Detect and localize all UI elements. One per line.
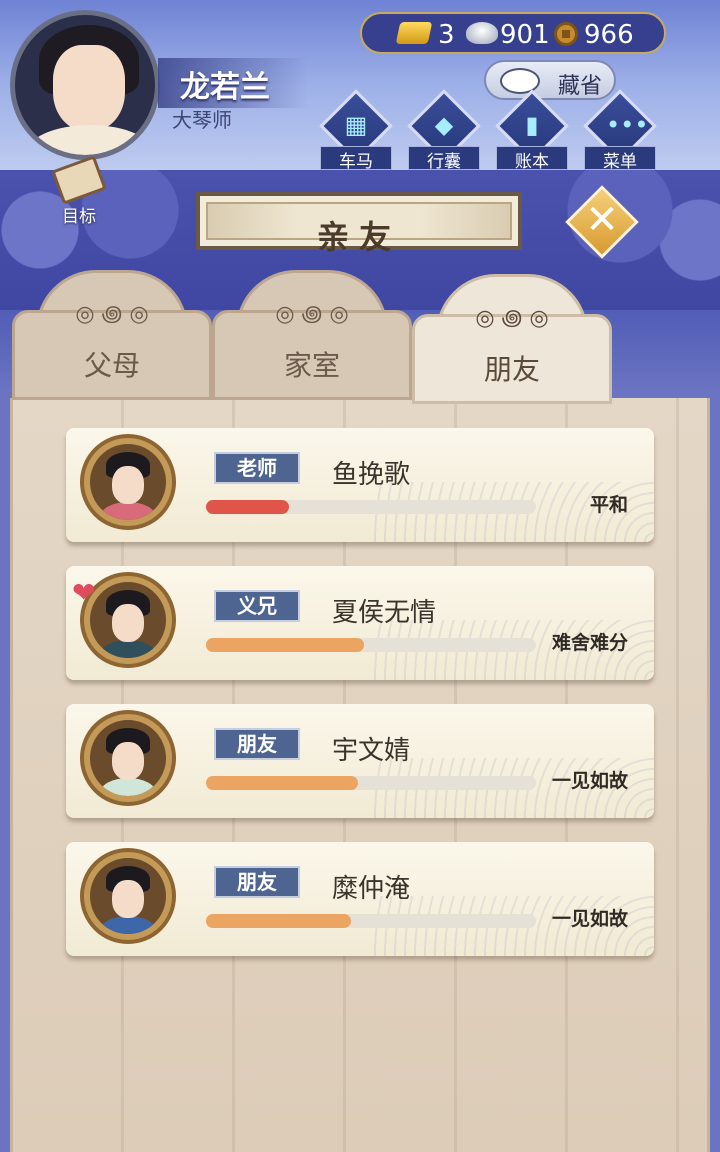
tab-spouse[interactable]: ◎ ꩜ ◎ 家室 (212, 270, 412, 400)
carriage-icon: ▦ (344, 111, 368, 139)
silver-amount: 901 (500, 20, 550, 50)
relation-status: 一见如故 (551, 770, 628, 792)
friend-name: 夏侯无情 (332, 598, 437, 628)
menu-button-menu[interactable]: ••• 菜单 (583, 89, 657, 172)
menu-button-ledger[interactable]: ▮ 账本 (495, 89, 569, 172)
friend-name: 宇文婧 (332, 736, 411, 766)
menu-button-bag[interactable]: ◆ 行囊 (407, 89, 481, 172)
friend-name: 糜仲淹 (332, 874, 411, 904)
portrait-face (112, 880, 144, 918)
portrait-face (112, 604, 144, 642)
portrait-robe (100, 640, 156, 658)
menu-button-carriage[interactable]: ▦ 车马 (319, 89, 393, 172)
affinity-bar-fill (206, 638, 364, 652)
panel-title: 亲友 (316, 218, 401, 256)
bag-icon: ◆ (434, 111, 454, 139)
role-badge: 老师 (214, 452, 300, 484)
friend-card[interactable]: 朋友 糜仲淹 一见如故 (66, 842, 654, 956)
player-title: 大琴师 (172, 108, 232, 132)
cloud-ornament-icon: ◎ ꩜ ◎ (75, 302, 149, 327)
affinity-bar-fill (206, 914, 351, 928)
affinity-bar (206, 500, 536, 514)
friend-card[interactable]: 朋友 宇文婧 一见如故 (66, 704, 654, 818)
silver-ingot-icon (466, 22, 498, 44)
role-badge: 义兄 (214, 590, 300, 622)
currency-bar: 3 901 966 (360, 12, 666, 54)
tab-friends[interactable]: ◎ ꩜ ◎ 朋友 (412, 274, 612, 404)
more-dots-icon: ••• (606, 111, 649, 139)
player-avatar[interactable] (10, 10, 160, 160)
portrait-inner (90, 582, 166, 658)
close-icon[interactable]: ✕ (574, 192, 630, 248)
role-badge: 朋友 (214, 866, 300, 898)
panel-title-inner: 亲友 (206, 202, 512, 256)
relation-status: 平和 (589, 494, 628, 516)
affinity-bar-fill (206, 776, 358, 790)
scroll-icon (51, 155, 107, 205)
portrait-face (112, 466, 144, 504)
gold-ingot-icon (395, 22, 433, 44)
copper-coin-icon (554, 22, 578, 46)
portrait-face (112, 742, 144, 780)
friend-card[interactable]: 老师 鱼挽歌 平和 (66, 428, 654, 542)
tab-label: 朋友 (483, 353, 540, 386)
friend-name: 鱼挽歌 (332, 460, 411, 490)
portrait-inner (90, 720, 166, 796)
portrait-robe (100, 778, 156, 796)
avatar-face (53, 45, 125, 131)
coin-amount: 966 (584, 20, 634, 50)
tab-parents[interactable]: ◎ ꩜ ◎ 父母 (12, 270, 212, 400)
hide-ui-button[interactable]: 藏省 (484, 60, 616, 100)
heart-icon: ❤ (72, 576, 96, 609)
cloud-ornament-icon: ◎ ꩜ ◎ (475, 306, 549, 331)
friend-portrait[interactable] (80, 848, 176, 944)
menu-label: 菜单 (584, 146, 656, 172)
portrait-inner (90, 858, 166, 934)
relation-status: 难舍难分 (551, 632, 628, 654)
relation-status: 一见如故 (551, 908, 628, 930)
menu-label: 行囊 (408, 146, 480, 172)
player-name: 龙若兰 (180, 70, 270, 105)
hide-ui-label: 藏省 (558, 74, 603, 99)
affinity-bar (206, 776, 536, 790)
friend-portrait[interactable] (80, 434, 176, 530)
affinity-bar (206, 914, 536, 928)
cloud-ornament-icon: ◎ ꩜ ◎ (275, 302, 349, 327)
menu-label: 账本 (496, 146, 568, 172)
goal-label: 目标 (62, 207, 96, 227)
portrait-robe (100, 916, 156, 934)
menu-label: 车马 (320, 146, 392, 172)
role-badge: 朋友 (214, 728, 300, 760)
friend-portrait[interactable] (80, 710, 176, 806)
tab-label: 父母 (83, 349, 140, 382)
portrait-robe (100, 502, 156, 520)
affinity-bar-fill (206, 500, 289, 514)
gold-amount: 3 (438, 20, 455, 50)
goal-button[interactable]: 目标 (46, 150, 116, 227)
friend-card[interactable]: 义兄 夏侯无情 难舍难分 ❤ (66, 566, 654, 680)
portrait-inner (90, 444, 166, 520)
panel-title-plaque: 亲友 (196, 192, 522, 256)
affinity-bar (206, 638, 536, 652)
tab-label: 家室 (283, 349, 340, 382)
inkstone-icon (500, 68, 540, 94)
ledger-icon: ▮ (525, 111, 539, 139)
